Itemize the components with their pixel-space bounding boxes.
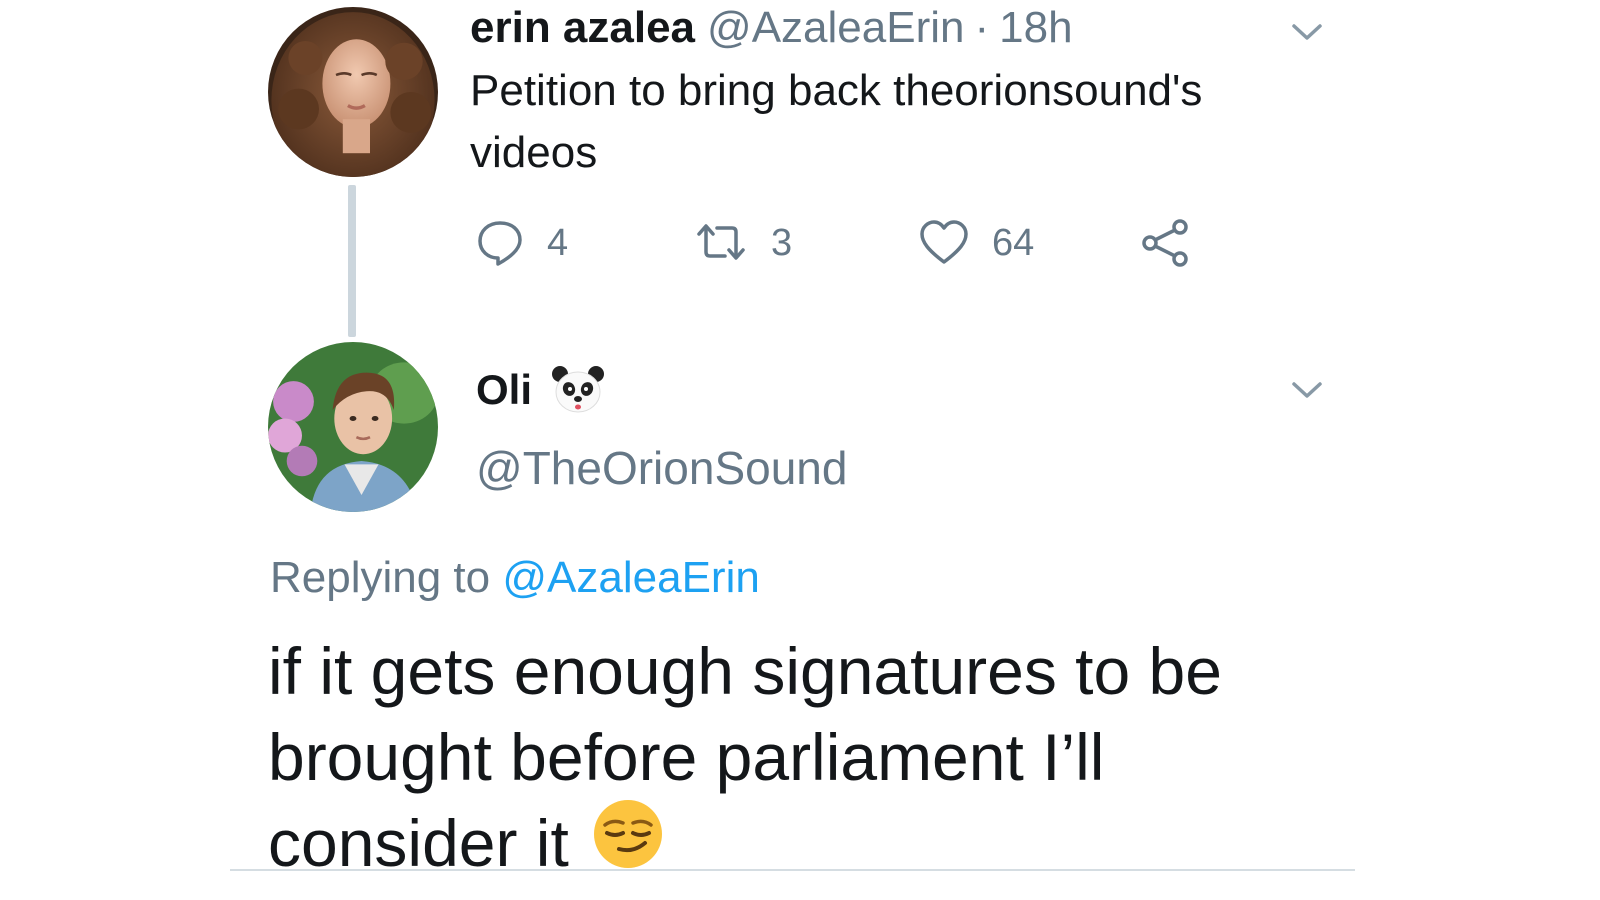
erin-avatar[interactable] bbox=[268, 7, 438, 177]
smirk-emoji-wrapper bbox=[591, 797, 665, 891]
tweet-text: Petition to bring back theorionsound's v… bbox=[470, 66, 1203, 177]
reply-author-handle[interactable]: @TheOrionSound bbox=[476, 440, 847, 496]
reply-author-name-row: Oli bbox=[476, 360, 606, 420]
reply-author-display-name[interactable]: Oli bbox=[476, 366, 532, 414]
oli-avatar[interactable] bbox=[268, 342, 438, 512]
tweet-divider bbox=[230, 869, 1355, 871]
share-icon bbox=[1142, 219, 1188, 267]
tweet-timestamp[interactable]: 18h bbox=[999, 3, 1072, 53]
header-separator: · bbox=[974, 3, 990, 52]
avatar-young-man-icon bbox=[268, 342, 438, 512]
reply-count: 4 bbox=[547, 221, 569, 264]
share-button[interactable] bbox=[1140, 215, 1192, 271]
panda-emoji-icon bbox=[552, 366, 605, 413]
reply-text: if it gets enough signatures to be broug… bbox=[268, 634, 1222, 880]
replying-to-prefix: Replying to bbox=[270, 553, 491, 602]
author-handle[interactable]: @AzaleaErin bbox=[707, 3, 964, 53]
heart-icon bbox=[920, 220, 968, 264]
chevron-down-icon[interactable] bbox=[1290, 378, 1324, 402]
reply-icon bbox=[478, 221, 522, 266]
replying-to-mention-link[interactable]: @AzaleaErin bbox=[502, 553, 759, 602]
tweet-header: erin azalea @AzaleaErin · 18h bbox=[470, 0, 1073, 56]
reply-text-block: if it gets enough signatures to be broug… bbox=[268, 628, 1268, 891]
chevron-down-icon[interactable] bbox=[1290, 20, 1324, 44]
thread-connector-line bbox=[348, 185, 356, 337]
smirk-emoji-icon bbox=[593, 799, 662, 868]
replying-to-line: Replying to @AzaleaErin bbox=[270, 550, 760, 606]
author-display-name[interactable]: erin azalea bbox=[470, 3, 695, 53]
retweet-button[interactable]: 3 bbox=[693, 215, 792, 271]
retweet-icon bbox=[697, 224, 745, 260]
like-button[interactable]: 64 bbox=[918, 215, 1034, 271]
reply-button[interactable]: 4 bbox=[475, 215, 568, 271]
avatar-woman-curly-hair-icon bbox=[268, 7, 438, 177]
retweet-count: 3 bbox=[771, 221, 793, 264]
like-count: 64 bbox=[992, 221, 1035, 264]
